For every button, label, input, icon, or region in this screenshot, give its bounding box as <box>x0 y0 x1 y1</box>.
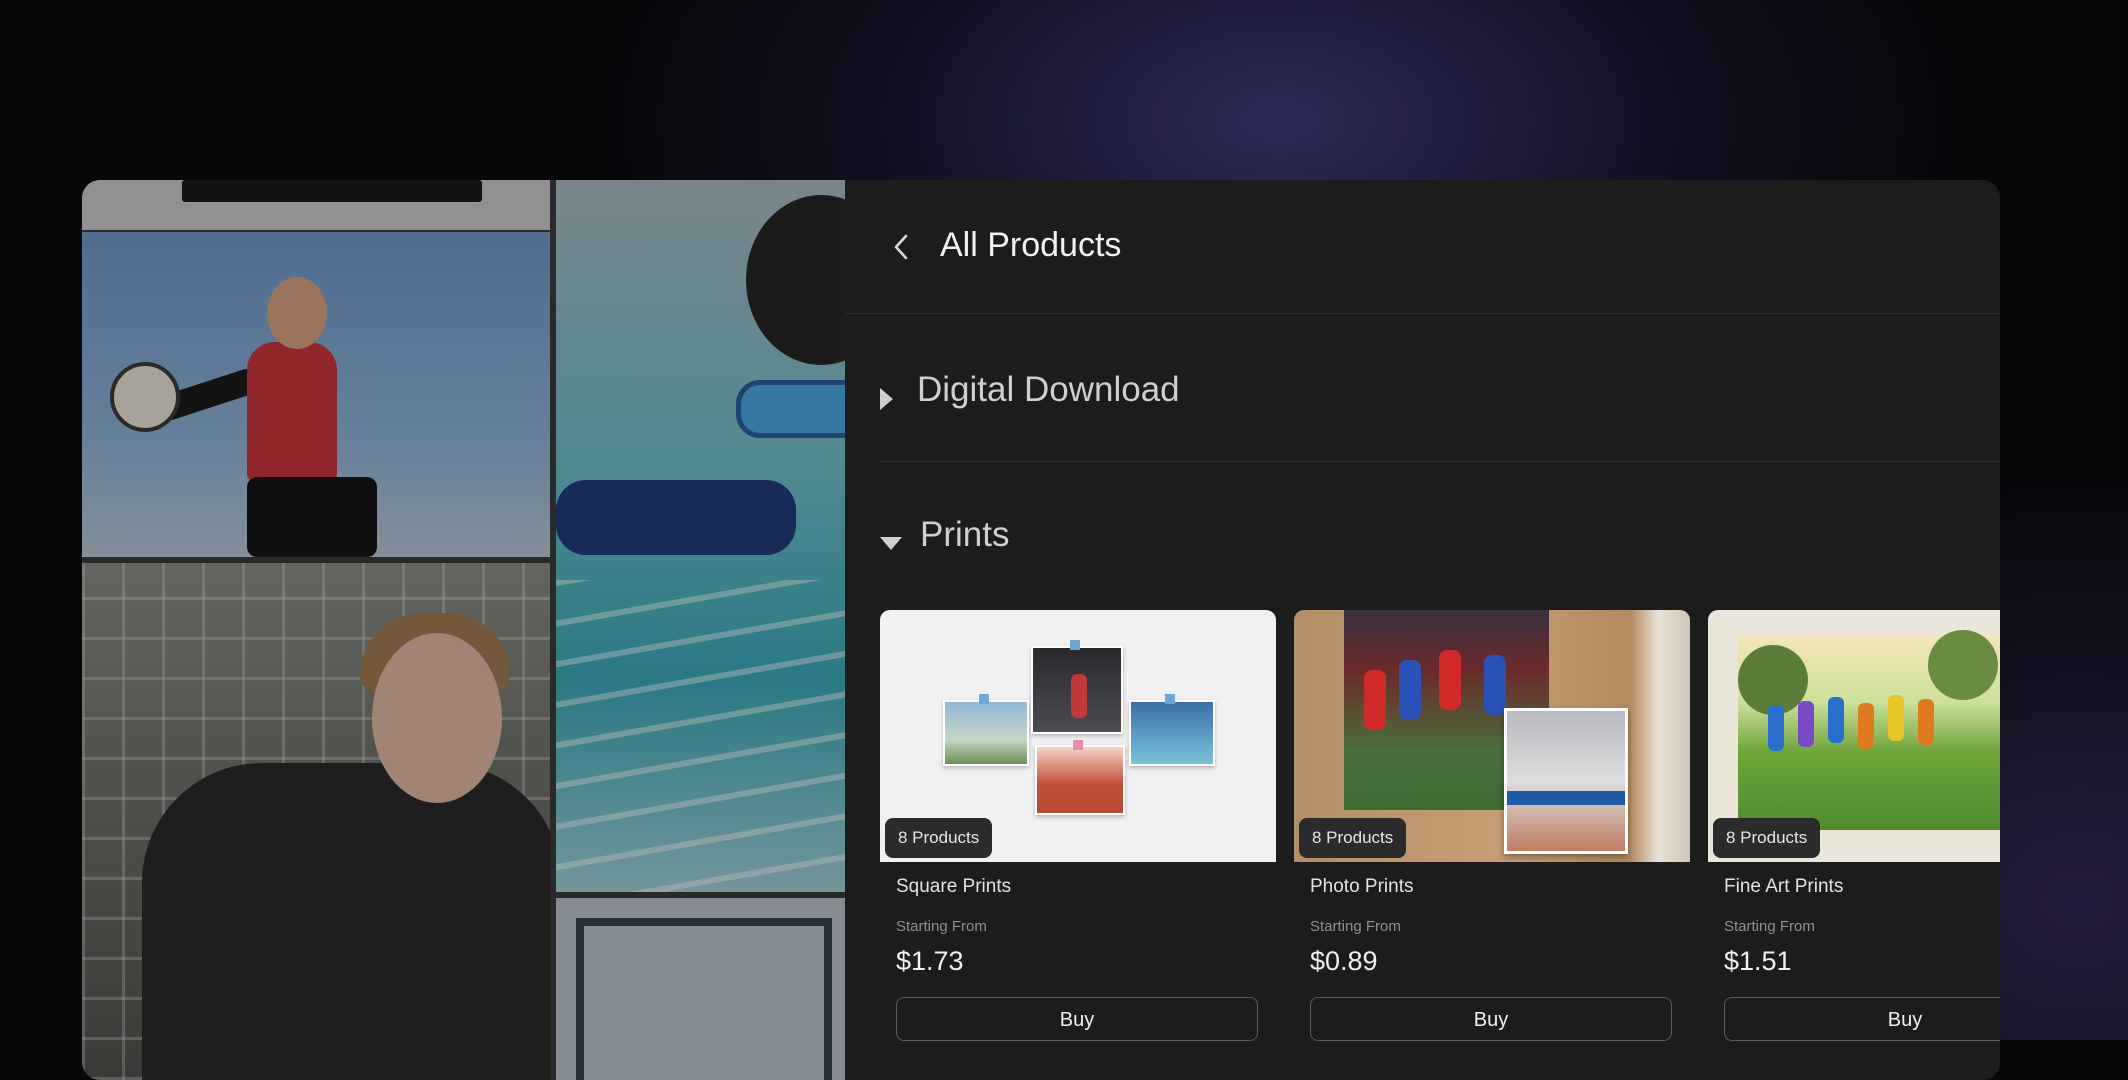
product-card-square-prints[interactable]: 8 Products Square Prints Starting From $… <box>880 610 1276 1080</box>
section-label: Prints <box>920 515 1010 554</box>
product-image: 8 Products <box>1708 610 2000 862</box>
product-card-fine-art-prints[interactable]: 8 Products Fine Art Prints Starting From… <box>1708 610 2000 1080</box>
product-cards: 8 Products Square Prints Starting From $… <box>880 610 2000 1080</box>
product-price: $1.73 <box>896 946 964 976</box>
collage-photo-goalkeeper <box>82 232 550 557</box>
collage-photo-banner <box>82 180 550 230</box>
page-title: All Products <box>940 226 1122 264</box>
section-prints[interactable]: Prints <box>880 515 1080 575</box>
product-name: Fine Art Prints <box>1724 876 1844 897</box>
photo-collage <box>82 180 845 1080</box>
product-card-photo-prints[interactable]: 8 Products Photo Prints Starting From $0… <box>1294 610 1690 1080</box>
buy-button[interactable]: Buy <box>1724 997 2000 1041</box>
collage-photo-basketball <box>556 898 845 1080</box>
caret-right-icon <box>880 388 893 410</box>
product-image: 8 Products <box>1294 610 1690 862</box>
product-price: $1.51 <box>1724 946 1792 976</box>
starting-from-label: Starting From <box>896 918 987 935</box>
product-count-badge: 8 Products <box>1713 818 1821 858</box>
chevron-left-icon <box>894 234 908 260</box>
app-window: All Products Digital Download Prints 8 P… <box>82 180 2000 1080</box>
panel-header: All Products <box>845 180 2000 314</box>
product-price: $0.89 <box>1310 946 1378 976</box>
buy-button[interactable]: Buy <box>896 997 1258 1041</box>
buy-button[interactable]: Buy <box>1310 997 1672 1041</box>
products-panel: All Products Digital Download Prints 8 P… <box>845 180 2000 1080</box>
section-digital-download[interactable]: Digital Download <box>880 370 2000 430</box>
back-button[interactable] <box>887 232 917 262</box>
product-name: Photo Prints <box>1310 876 1414 897</box>
collage-photo-soccer-girl <box>82 563 550 1080</box>
starting-from-label: Starting From <box>1310 918 1401 935</box>
caret-down-icon <box>880 537 902 550</box>
section-label: Digital Download <box>917 370 1180 409</box>
collage-photo-swimmer <box>556 180 845 892</box>
product-name: Square Prints <box>896 876 1012 897</box>
product-image: 8 Products <box>880 610 1276 862</box>
section-divider <box>880 461 2000 462</box>
starting-from-label: Starting From <box>1724 918 1815 935</box>
product-count-badge: 8 Products <box>885 818 993 858</box>
product-count-badge: 8 Products <box>1299 818 1407 858</box>
